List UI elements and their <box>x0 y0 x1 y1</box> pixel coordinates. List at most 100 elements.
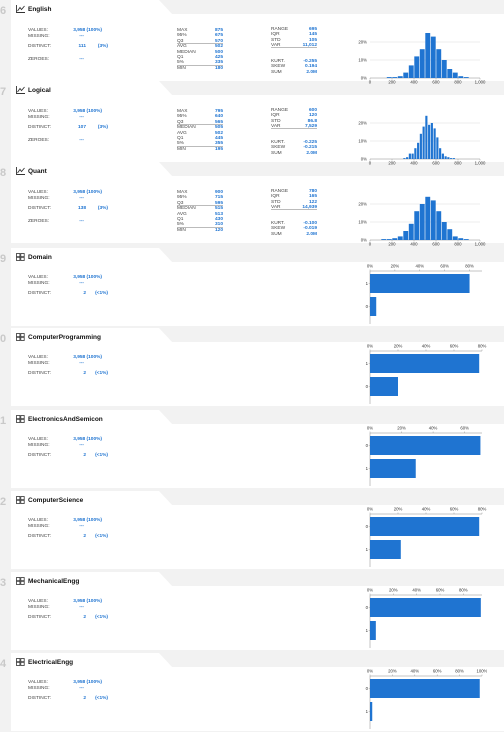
x-tick-label: 0% <box>367 588 373 593</box>
histogram-bar <box>452 72 458 78</box>
distinct-row-label: DISTINCT: <box>28 453 51 458</box>
column-title[interactable]: ElectricalEngg <box>16 658 73 666</box>
histogram-icon <box>16 167 25 175</box>
stat-row-value: 2.0M <box>306 69 317 75</box>
x-tick-label: 20% <box>394 344 403 349</box>
values-row: VALUES: 3,958 (100%) <box>28 518 102 523</box>
x-tick-label: 400 <box>410 242 418 247</box>
zeroes-row: ZEROES: --- <box>28 57 84 62</box>
column-name: Quant <box>28 167 47 175</box>
quantile-row: MIN 195 <box>177 147 223 152</box>
icon-cell <box>20 418 25 423</box>
column-title[interactable]: Domain <box>16 253 52 261</box>
icon-cell <box>20 499 25 504</box>
bar-chart: 0% 20% 40% 60% 0 1 <box>366 426 482 486</box>
missing-row: MISSING: --- <box>28 281 84 286</box>
grid-icon <box>16 415 25 423</box>
column-title[interactable]: English <box>16 5 51 13</box>
histogram-bar <box>425 33 431 78</box>
values-row: VALUES: 3,958 (100%) <box>28 109 102 114</box>
stat-row-value: 2.0M <box>306 231 317 237</box>
zeroes-row-label: ZEROES: <box>28 138 50 143</box>
icon-cell <box>20 253 25 258</box>
values-row-value: 3,958 (100%) <box>73 680 102 685</box>
column-card-english: 6 English VALUES: 3,958 (100%) MISSING: --- DI… <box>0 0 504 84</box>
bar <box>370 274 470 293</box>
histogram-bar <box>450 158 453 159</box>
histogram-bar <box>419 49 425 78</box>
y-tick-label: 10% <box>358 220 367 225</box>
x-tick-label: 0 <box>369 242 372 247</box>
x-tick-label: 80% <box>455 669 464 674</box>
histogram-bar <box>441 60 447 78</box>
histogram-bar <box>397 236 403 240</box>
x-tick-label: 60% <box>450 344 459 349</box>
column-card-computerprogramming: 0 ComputerProgramming VALUES: 3,958 (100%) M… <box>0 328 504 406</box>
x-tick-label: 80% <box>459 588 468 593</box>
quantile-row-label: MIN <box>177 227 186 233</box>
y-tick-label: 20% <box>358 40 367 45</box>
histogram-bar <box>386 239 392 240</box>
y-tick-label: 0% <box>361 76 367 81</box>
column-title[interactable]: Logical <box>16 86 51 94</box>
histogram-bar <box>430 36 436 78</box>
column-title[interactable]: ElectronicsAndSemicon <box>16 415 103 423</box>
histogram-bar <box>408 223 414 240</box>
column-name: ComputerProgramming <box>28 333 101 341</box>
x-tick-label: 60% <box>436 588 445 593</box>
distinct-row-pct: (<1%) <box>95 371 108 376</box>
histogram-bar <box>436 137 439 159</box>
distinct-row: DISTINCT: 2 (<1%) <box>28 696 108 702</box>
column-title[interactable]: MechanicalEngg <box>16 577 79 585</box>
distinct-row-label: DISTINCT: <box>28 371 51 376</box>
histogram-bar <box>439 148 442 159</box>
quantile-row: MIN 120 <box>177 228 223 233</box>
stat-row-label: SUM <box>271 231 282 237</box>
x-tick-label: 0% <box>367 264 373 269</box>
distinct-row-value: 2 <box>83 371 86 376</box>
histogram-chart: 0%10%20%0 200 400 600 800 1,000 <box>358 115 486 165</box>
x-tick-label: 600 <box>432 242 440 247</box>
column-card-electricalengg: 4 ElectricalEngg VALUES: 3,958 (100%) MISSIN… <box>0 653 504 731</box>
histogram-bar <box>452 158 455 159</box>
values-row: VALUES: 3,958 (100%) <box>28 437 102 442</box>
column-title[interactable]: ComputerProgramming <box>16 333 101 341</box>
y-tick-label: 10% <box>358 139 367 144</box>
missing-row-value: --- <box>79 685 84 691</box>
x-tick-label: 20% <box>394 507 403 512</box>
zeroes-row-label: ZEROES: <box>28 57 50 62</box>
x-tick-label: 60% <box>460 426 469 431</box>
distinct-row-pct: (<1%) <box>95 696 108 701</box>
bar <box>370 702 373 721</box>
bar <box>370 354 480 373</box>
missing-row-label: MISSING: <box>28 685 50 691</box>
stat-row: SUM 2.0M <box>271 232 317 237</box>
column-name: ComputerScience <box>28 496 84 504</box>
stat-row-label: VAR <box>271 43 281 49</box>
missing-row-value: --- <box>79 360 84 366</box>
distinct-row-pct: (<1%) <box>95 453 108 458</box>
x-tick-label: 80% <box>465 264 474 269</box>
x-tick-label: 40% <box>429 426 438 431</box>
histogram-bar <box>397 76 403 78</box>
distinct-row-value: 2 <box>83 534 86 539</box>
histogram-bar <box>414 211 420 240</box>
stat-row: VAR 14,939 <box>271 205 317 211</box>
x-tick-label: 20% <box>391 264 400 269</box>
x-tick-label: 100% <box>477 669 488 674</box>
stat-row-value: 7,529 <box>304 124 317 130</box>
missing-row: MISSING: --- <box>28 361 84 366</box>
column-name: MechanicalEngg <box>28 577 80 585</box>
quantile-row: MIN 180 <box>177 66 223 71</box>
icon-cell <box>20 415 25 420</box>
column-title[interactable]: Quant <box>16 167 47 175</box>
bar-chart: 0% 20% 40% 60% 80% 1 0 <box>366 264 482 324</box>
bar-chart: 0% 20% 40% 60% 80% 100% 0 1 <box>366 669 488 729</box>
bar <box>370 517 480 536</box>
column-tab-slope <box>159 248 173 263</box>
column-index: 8 <box>0 167 7 179</box>
column-title[interactable]: ComputerScience <box>16 496 83 504</box>
histogram-bar <box>406 157 409 159</box>
y-tick-label: 10% <box>358 58 367 63</box>
icon-cell <box>20 496 25 501</box>
